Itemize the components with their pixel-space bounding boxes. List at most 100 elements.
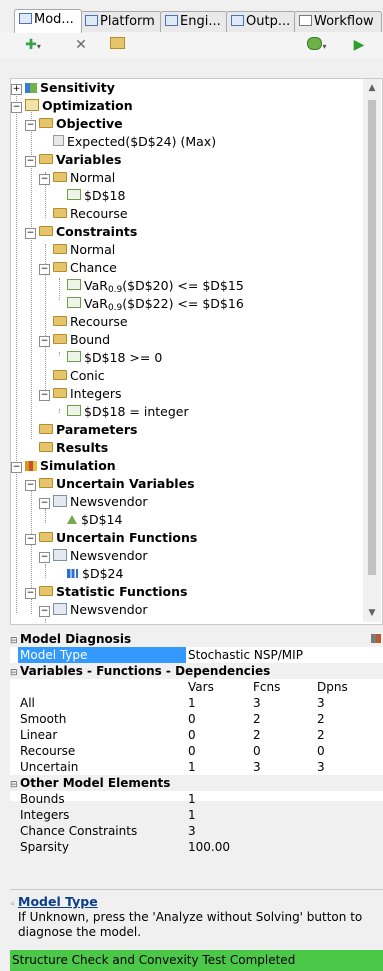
scroll-down-icon[interactable]: ▼ bbox=[363, 606, 381, 620]
tree-scrollbar[interactable]: ▲ ▼ bbox=[363, 79, 381, 622]
tree-node-objective-item[interactable]: Expected($D$24) (Max) bbox=[53, 133, 216, 151]
folder-icon bbox=[39, 118, 53, 128]
constraint-cell-icon bbox=[67, 297, 81, 308]
refresh-model-icon[interactable] bbox=[108, 36, 126, 54]
table-row[interactable]: Integers 1 bbox=[10, 807, 383, 823]
tab-model[interactable]: Mod... bbox=[14, 9, 82, 33]
tree-node-variables-normal[interactable]: − Normal bbox=[39, 169, 115, 187]
tree-node-variable-item[interactable]: $D$18 bbox=[67, 187, 125, 205]
scroll-up-icon[interactable]: ▲ bbox=[363, 81, 381, 95]
tree-node-statistic-functions[interactable]: − Statistic Functions bbox=[25, 583, 187, 601]
tab-workflow[interactable]: Workflow bbox=[294, 11, 382, 32]
table-row[interactable]: Chance Constraints 3 bbox=[10, 823, 383, 839]
fcns-value: 3 bbox=[253, 760, 261, 774]
tree-node-constraints[interactable]: − Constraints bbox=[25, 223, 137, 241]
tree-node-constraints-bound[interactable]: − Bound bbox=[39, 331, 110, 349]
collapse-icon[interactable]: − bbox=[25, 120, 36, 131]
row-label: Uncertain bbox=[20, 760, 79, 774]
column-header: Vars bbox=[188, 680, 214, 694]
fcns-value: 2 bbox=[253, 728, 261, 742]
tree-node-integers-item[interactable]: $D$18 = integer bbox=[67, 403, 189, 421]
table-row[interactable]: All 1 3 3 bbox=[10, 695, 383, 711]
tree-node-constraints-normal[interactable]: Normal bbox=[53, 241, 115, 259]
tree-node-results[interactable]: Results bbox=[39, 439, 108, 457]
tree-node-chance-constraint-1[interactable]: VaR0.9($D$20) <= $D$15 bbox=[67, 277, 244, 295]
tree-node-constraints-chance[interactable]: − Chance bbox=[39, 259, 117, 277]
tree-node-variables[interactable]: − Variables bbox=[25, 151, 121, 169]
tree-node-uncertain-functions[interactable]: − Uncertain Functions bbox=[25, 529, 197, 547]
tree-node-constraints-recourse[interactable]: Recourse bbox=[53, 313, 128, 331]
variable-cell-icon bbox=[67, 189, 81, 200]
tree-node-uf-item[interactable]: $D$24 bbox=[67, 565, 123, 583]
collapse-icon[interactable]: − bbox=[25, 480, 36, 491]
model-diagnosis-grid: ⊟ Model Diagnosis Model Type Stochastic N… bbox=[10, 631, 383, 854]
table-row[interactable]: Recourse 0 0 0 bbox=[10, 743, 383, 759]
model-type-label: Model Type bbox=[18, 647, 186, 663]
table-row[interactable]: Smooth 0 2 2 bbox=[10, 711, 383, 727]
tree-node-sf-newsvendor[interactable]: − Newsvendor bbox=[39, 601, 148, 619]
collapse-icon[interactable]: − bbox=[25, 156, 36, 167]
collapse-icon[interactable]: − bbox=[25, 534, 36, 545]
analyze-dropdown-icon[interactable]: ▾ bbox=[303, 36, 331, 54]
collapse-icon[interactable]: − bbox=[25, 228, 36, 239]
toolbar: ✚▾ ✕ ▾ ▶ bbox=[0, 32, 383, 58]
row-label: Smooth bbox=[20, 712, 67, 726]
tree-node-parameters[interactable]: Parameters bbox=[39, 421, 137, 439]
status-bar: Structure Check and Convexity Test Compl… bbox=[10, 950, 383, 971]
tree-node-simulation[interactable]: − Simulation bbox=[11, 457, 116, 475]
description-title[interactable]: Model Type bbox=[18, 894, 98, 909]
scroll-thumb[interactable] bbox=[368, 100, 376, 575]
table-row[interactable]: Linear 0 2 2 bbox=[10, 727, 383, 743]
add-dropdown-icon[interactable]: ✚▾ bbox=[20, 36, 46, 54]
tree-node-optimization[interactable]: − Optimization bbox=[11, 97, 133, 115]
collapse-icon[interactable]: − bbox=[39, 264, 50, 275]
collapse-icon[interactable]: − bbox=[39, 606, 50, 617]
tree-node-uv-newsvendor[interactable]: − Newsvendor bbox=[39, 493, 148, 511]
simulation-icon bbox=[25, 461, 37, 471]
tree-node-variables-recourse[interactable]: Recourse bbox=[53, 205, 128, 223]
model-type-value: Stochastic NSP/MIP bbox=[188, 648, 303, 662]
column-header: Fcns bbox=[253, 680, 281, 694]
vars-value: 1 bbox=[188, 696, 196, 710]
tree-node-bound-item[interactable]: $D$18 >= 0 bbox=[67, 349, 162, 367]
collapse-icon[interactable]: − bbox=[39, 336, 50, 347]
folder-icon bbox=[53, 244, 67, 254]
tab-platform[interactable]: Platform bbox=[80, 11, 162, 32]
tree-node-chance-constraint-2[interactable]: VaR0.9($D$22) <= $D$16 bbox=[67, 295, 244, 313]
tree-node-uncertain-variables[interactable]: − Uncertain Variables bbox=[25, 475, 195, 493]
expand-icon[interactable]: + bbox=[11, 84, 22, 95]
folder-icon bbox=[39, 442, 53, 452]
fcns-value: 2 bbox=[253, 712, 261, 726]
folder-icon bbox=[53, 370, 67, 380]
description-pane: ◦ Model Type If Unknown, press the 'Anal… bbox=[10, 889, 383, 948]
collapse-icon[interactable]: − bbox=[25, 588, 36, 599]
solve-play-icon[interactable]: ▶ bbox=[350, 36, 368, 54]
section-header-other-elements[interactable]: ⊟ Other Model Elements bbox=[10, 775, 383, 791]
tree-node-uf-newsvendor[interactable]: − Newsvendor bbox=[39, 547, 148, 565]
collapse-icon[interactable]: − bbox=[39, 390, 50, 401]
tree-node-constraints-conic[interactable]: Conic bbox=[53, 367, 105, 385]
table-row[interactable]: Bounds 1 bbox=[10, 791, 383, 807]
section-header-model-diagnosis[interactable]: ⊟ Model Diagnosis bbox=[10, 631, 383, 647]
tree-node-objective[interactable]: − Objective bbox=[25, 115, 123, 133]
tree-node-uv-item[interactable]: $D$14 bbox=[67, 511, 122, 529]
table-row[interactable]: Sparsity 100.00 bbox=[10, 839, 383, 855]
collapse-icon[interactable]: − bbox=[39, 552, 50, 563]
collapse-icon[interactable]: − bbox=[11, 102, 22, 113]
vars-value: 0 bbox=[188, 728, 196, 742]
table-row[interactable]: Uncertain 1 3 3 bbox=[10, 759, 383, 775]
collapse-icon[interactable]: − bbox=[11, 462, 22, 473]
folder-icon bbox=[53, 334, 67, 344]
tree-node-constraints-integers[interactable]: − Integers bbox=[39, 385, 121, 403]
tab-output[interactable]: Outp... bbox=[226, 11, 296, 32]
tab-engine[interactable]: Engi... bbox=[160, 11, 228, 32]
delete-icon[interactable]: ✕ bbox=[72, 36, 90, 54]
info-marker-icon: ◦ bbox=[10, 900, 16, 910]
collapse-icon[interactable]: − bbox=[39, 498, 50, 509]
section-header-vfd[interactable]: ⊟ Variables - Functions - Dependencies bbox=[10, 663, 383, 679]
tree-node-sensitivity[interactable]: + Sensitivity bbox=[11, 79, 115, 97]
grid-row-model-type[interactable]: Model Type Stochastic NSP/MIP bbox=[10, 647, 383, 663]
collapse-icon[interactable]: − bbox=[39, 174, 50, 185]
sort-icon[interactable] bbox=[371, 634, 381, 643]
row-label: Bounds bbox=[20, 792, 65, 806]
